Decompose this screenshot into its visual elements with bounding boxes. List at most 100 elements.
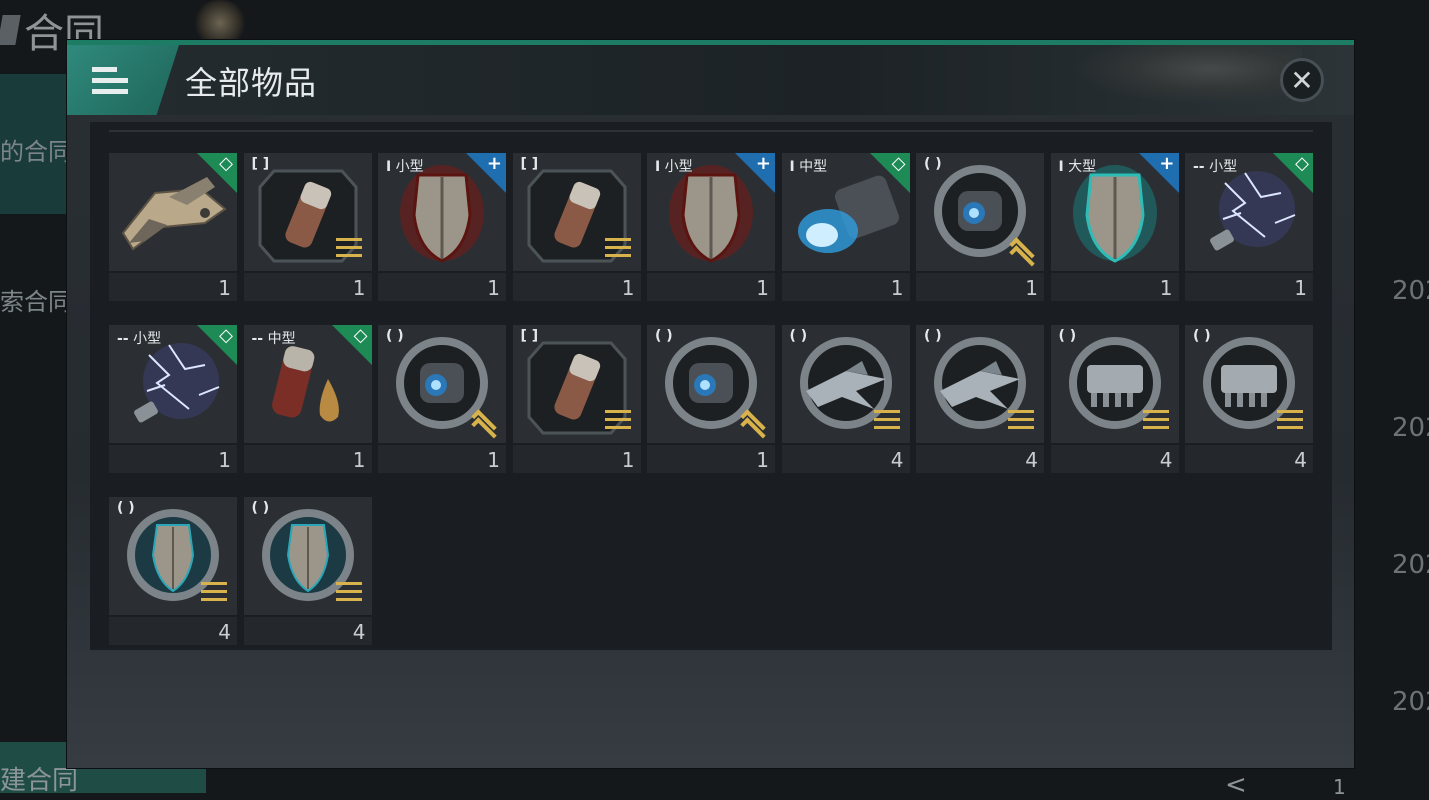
planet-decoration	[1072, 45, 1302, 105]
item-count: 4	[916, 445, 1044, 473]
item-slot[interactable]: ( ) 4	[109, 497, 237, 645]
slot-tag: I 小型	[386, 156, 424, 176]
item-image[interactable]: + I 小型	[378, 153, 506, 271]
item-image[interactable]: ◇ -- 小型	[1185, 153, 1313, 271]
diamond-icon: ◇	[353, 325, 368, 346]
item-image[interactable]: ( )	[916, 153, 1044, 271]
slot-type-icon: ( )	[251, 500, 270, 516]
rank-icon	[201, 582, 227, 601]
right-list-date: 202	[1392, 276, 1429, 306]
diamond-icon: ◇	[219, 153, 233, 174]
item-image[interactable]: ( )	[243, 497, 372, 615]
item-image[interactable]: ( )	[1185, 325, 1313, 443]
item-image[interactable]: [ ]	[512, 325, 641, 443]
item-count: 1	[647, 273, 775, 301]
item-image[interactable]: ( )	[378, 325, 506, 443]
item-count: 4	[781, 445, 910, 473]
item-image[interactable]: ( )	[109, 497, 237, 615]
size-label: 小型	[1204, 159, 1238, 175]
slot-tag: -- 小型	[117, 328, 161, 348]
item-slot[interactable]: ( ) 4	[1050, 325, 1179, 473]
slot-type-icon: ( )	[789, 328, 808, 344]
sidebar-item-my-contracts[interactable]: 的合同	[0, 132, 72, 167]
upgrade-chevron-icon	[1006, 237, 1036, 271]
item-count: 1	[1050, 273, 1179, 301]
item-slot[interactable]: ◇ -- 小型 1	[1185, 153, 1313, 301]
size-label: 小型	[660, 159, 693, 175]
slot-type-icon: ( )	[386, 328, 404, 344]
close-button[interactable]: ✕	[1280, 58, 1324, 102]
slot-type-icon: --	[1193, 159, 1205, 175]
slot-tag: ( )	[386, 328, 404, 344]
slot-tag: I 小型	[655, 156, 693, 176]
item-image[interactable]: ( )	[781, 325, 910, 443]
item-image[interactable]: + I 小型	[647, 153, 775, 271]
slot-tag: [ ]	[521, 156, 539, 172]
item-image[interactable]: + I 大型	[1050, 153, 1179, 271]
slot-type-icon: --	[251, 331, 264, 347]
plus-icon: +	[1159, 153, 1175, 174]
item-image[interactable]: [ ]	[512, 153, 641, 271]
item-count: 1	[109, 445, 237, 473]
item-count: 1	[781, 273, 910, 301]
diamond-icon: ◇	[891, 153, 906, 174]
item-slot[interactable]: [ ] 1	[243, 153, 372, 301]
size-label: 中型	[794, 159, 828, 175]
sidebar-item-search-contracts[interactable]: 索合同	[0, 282, 72, 317]
slot-tag: ( )	[1059, 328, 1077, 344]
item-slot[interactable]: + I 小型 1	[647, 153, 775, 301]
menu-icon	[92, 67, 128, 95]
item-image[interactable]: ◇ I 中型	[781, 153, 910, 271]
diamond-icon: ◇	[219, 325, 233, 346]
slot-type-icon: --	[117, 331, 129, 347]
item-image[interactable]: ◇ -- 中型	[243, 325, 372, 443]
item-image[interactable]: ( )	[916, 325, 1044, 443]
rank-icon	[1277, 410, 1303, 429]
rank-icon	[604, 410, 631, 429]
item-slot[interactable]: ◇ -- 小型 1	[109, 325, 237, 473]
item-count: 1	[512, 445, 641, 473]
modal-title: 全部物品	[185, 64, 318, 102]
item-slot[interactable]: ( ) 4	[916, 325, 1044, 473]
item-count: 1	[512, 273, 641, 301]
item-image[interactable]: ◇ -- 小型	[109, 325, 237, 443]
item-count: 1	[243, 445, 372, 473]
item-image[interactable]: [ ]	[243, 153, 372, 271]
item-count: 4	[109, 617, 237, 645]
item-slot[interactable]: [ ] 1	[512, 325, 641, 473]
slot-tag: -- 小型	[1193, 156, 1237, 176]
item-image[interactable]: ( )	[647, 325, 775, 443]
item-count: 1	[109, 273, 237, 301]
slot-tag: I 中型	[790, 156, 828, 176]
item-slot[interactable]: ( ) 4	[243, 497, 372, 645]
item-slot[interactable]: [ ] 1	[512, 153, 641, 301]
item-slot[interactable]: ◇ I 中型 1	[781, 153, 910, 301]
plus-icon: +	[486, 153, 502, 174]
slot-type-icon: [ ]	[251, 156, 270, 172]
rank-icon	[1142, 410, 1169, 429]
item-count: 1	[916, 273, 1044, 301]
item-count: 1	[243, 273, 372, 301]
page-number: 1	[1333, 775, 1346, 799]
slot-type-icon: ( )	[924, 328, 942, 344]
right-list-date: 202	[1392, 550, 1429, 580]
prev-page-icon[interactable]: <	[1225, 770, 1247, 800]
item-slot[interactable]: + I 小型 1	[378, 153, 506, 301]
item-image[interactable]: ◇	[109, 153, 237, 271]
item-slot[interactable]: ◇ -- 中型 1	[243, 325, 372, 473]
right-list-date: 202	[1392, 413, 1429, 443]
item-slot[interactable]: ( ) 4	[781, 325, 910, 473]
upgrade-chevron-icon	[737, 409, 767, 443]
item-slot[interactable]: ( ) 1	[647, 325, 775, 473]
item-slot[interactable]: ( ) 1	[378, 325, 506, 473]
rank-icon	[873, 410, 900, 429]
rank-icon	[335, 238, 362, 257]
item-slot[interactable]: + I 大型 1	[1050, 153, 1179, 301]
item-slot[interactable]: ( ) 4	[1185, 325, 1313, 473]
item-count: 4	[243, 617, 372, 645]
diamond-icon: ◇	[1295, 153, 1309, 174]
item-image[interactable]: ( )	[1050, 325, 1179, 443]
item-count: 1	[378, 445, 506, 473]
item-slot[interactable]: ◇ 1	[109, 153, 237, 301]
item-slot[interactable]: ( ) 1	[916, 153, 1044, 301]
